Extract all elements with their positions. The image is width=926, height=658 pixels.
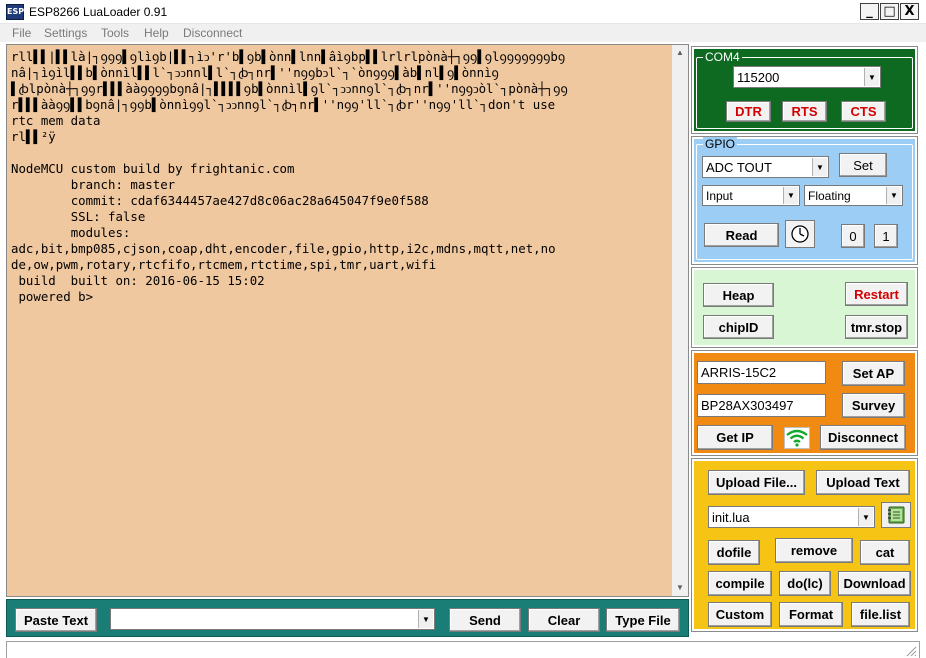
baud-rate-select[interactable]: 115200 ▼ [733, 66, 881, 88]
gpio-low-button[interactable]: 0 [841, 224, 865, 248]
rts-button[interactable]: RTS [782, 101, 827, 122]
gpio-pull-select[interactable]: Floating ▼ [804, 185, 903, 206]
cat-button[interactable]: cat [860, 540, 910, 565]
custom-button[interactable]: Custom [708, 602, 772, 627]
chevron-down-icon[interactable]: ▼ [783, 187, 798, 204]
scroll-up-icon[interactable]: ▲ [672, 45, 688, 61]
terminal-frame: rll▌▌|▌▌là|┐ꝯꝯꝯ▌ꝯlìꝯb|▌▌┐ìↄ'r'b▌ꝯb▌ònn▌l… [6, 44, 689, 597]
menu-disconnect[interactable]: Disconnect [183, 26, 242, 40]
scroll-down-icon[interactable]: ▼ [672, 580, 688, 596]
close-button[interactable]: X [900, 3, 919, 20]
gpio-set-button[interactable]: Set [839, 153, 887, 177]
terminal-output[interactable]: rll▌▌|▌▌là|┐ꝯꝯꝯ▌ꝯlìꝯb|▌▌┐ìↄ'r'b▌ꝯb▌ònn▌l… [8, 46, 672, 595]
menu-file[interactable]: File [12, 26, 31, 40]
maximize-button[interactable]: □ [880, 3, 899, 20]
format-button[interactable]: Format [779, 602, 843, 627]
get-ip-button[interactable]: Get IP [697, 425, 773, 450]
misc-panel: Heap Restart chipID tmr.stop [691, 267, 918, 348]
minimize-button[interactable]: _ [860, 3, 879, 20]
clear-button[interactable]: Clear [528, 608, 600, 632]
command-bar: Paste Text ▼ Send Clear Type File [6, 599, 689, 637]
chipid-button[interactable]: chipID [703, 315, 774, 339]
file-select-value: init.lua [712, 509, 750, 525]
upload-text-button[interactable]: Upload Text [816, 470, 910, 495]
gpio-high-button[interactable]: 1 [874, 224, 898, 248]
menu-settings[interactable]: Settings [44, 26, 87, 40]
file-panel: Upload File... Upload Text init.lua ▼ do… [691, 458, 918, 632]
baud-rate-value: 115200 [737, 69, 780, 85]
remove-button[interactable]: remove [775, 538, 853, 563]
gpio-mode-select[interactable]: Input ▼ [702, 185, 800, 206]
terminal-scrollbar[interactable]: ▲ ▼ [671, 45, 688, 596]
chevron-down-icon[interactable]: ▼ [858, 508, 873, 526]
window-title: ESP8266 LuaLoader 0.91 [29, 5, 168, 19]
menu-tools[interactable]: Tools [101, 26, 129, 40]
gpio-read-button[interactable]: Read [704, 223, 779, 247]
survey-button[interactable]: Survey [842, 393, 905, 418]
resize-grip-icon[interactable] [905, 645, 917, 657]
com-port-panel: COM4 115200 ▼ DTR RTS CTS [691, 46, 918, 134]
wifi-panel: ARRIS-15C2 Set AP BP28AX303497 Survey Ge… [691, 350, 918, 456]
upload-file-button[interactable]: Upload File... [708, 470, 805, 495]
com-port-label: COM4 [703, 50, 742, 64]
gpio-label: GPIO [703, 137, 738, 151]
command-combo[interactable]: ▼ [110, 608, 435, 630]
tmr-stop-button[interactable]: tmr.stop [845, 315, 908, 339]
heap-button[interactable]: Heap [703, 283, 774, 307]
file-list-button[interactable]: file.list [851, 602, 910, 627]
set-ap-button[interactable]: Set AP [842, 361, 905, 386]
type-file-button[interactable]: Type File [606, 608, 680, 632]
title-bar: ESP ESP8266 LuaLoader 0.91 _ □ X [0, 0, 926, 24]
gpio-pull-value: Floating [808, 188, 851, 203]
gpio-pin-select[interactable]: ADC TOUT ▼ [702, 156, 829, 178]
restart-button[interactable]: Restart [845, 282, 908, 306]
menu-help[interactable]: Help [144, 26, 169, 40]
wifi-signal-icon [784, 427, 810, 449]
chevron-down-icon[interactable]: ▼ [864, 68, 879, 86]
cts-button[interactable]: CTS [841, 101, 886, 122]
chevron-down-icon[interactable]: ▼ [812, 158, 827, 176]
ssid-input[interactable]: ARRIS-15C2 [697, 361, 826, 384]
dofile-button[interactable]: dofile [708, 540, 760, 565]
gpio-pin-value: ADC TOUT [706, 159, 772, 175]
dtr-button[interactable]: DTR [726, 101, 771, 122]
status-bar [6, 641, 920, 658]
paste-text-button[interactable]: Paste Text [15, 608, 97, 632]
gpio-panel: GPIO ADC TOUT ▼ Set Input ▼ Floating ▼ R… [691, 136, 918, 265]
download-button[interactable]: Download [838, 571, 911, 596]
password-input[interactable]: BP28AX303497 [697, 394, 826, 417]
compile-button[interactable]: compile [708, 571, 772, 596]
file-select[interactable]: init.lua ▼ [708, 506, 875, 528]
clock-icon[interactable] [785, 220, 815, 248]
do-lc-button[interactable]: do(lc) [779, 571, 831, 596]
chevron-down-icon[interactable]: ▼ [886, 187, 901, 204]
chevron-down-icon[interactable]: ▼ [418, 610, 433, 628]
menu-bar: File Settings Tools Help Disconnect [0, 24, 926, 42]
password-value: BP28AX303497 [701, 398, 794, 413]
notebook-icon[interactable] [881, 502, 911, 528]
app-icon: ESP [6, 4, 24, 20]
send-button[interactable]: Send [449, 608, 521, 632]
ssid-value: ARRIS-15C2 [701, 365, 777, 380]
disconnect-button[interactable]: Disconnect [820, 425, 906, 450]
gpio-mode-value: Input [706, 188, 733, 203]
